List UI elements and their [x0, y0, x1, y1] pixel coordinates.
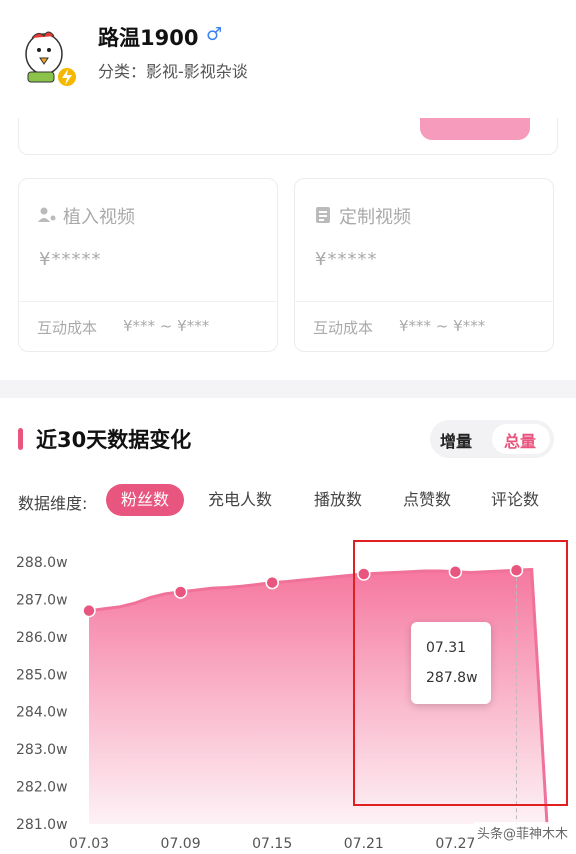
cost-range: ¥*** ~ ¥***: [123, 317, 210, 335]
y-tick-label: 288.0w: [16, 555, 68, 571]
x-tick-label: 07.09: [161, 836, 201, 852]
placement-icon: [38, 207, 56, 222]
creator-name: 路温1900: [98, 26, 199, 50]
y-tick-label: 281.0w: [16, 817, 68, 833]
section-title: 近30天数据变化: [36, 428, 192, 452]
y-tick-label: 287.0w: [16, 592, 68, 608]
x-tick-label: 07.21: [344, 836, 384, 852]
section-accent-bar: [18, 428, 23, 450]
card-title: 植入视频: [63, 207, 135, 228]
x-tick-label: 07.03: [69, 836, 109, 852]
dimension-charge[interactable]: 充电人数: [208, 484, 272, 516]
toggle-increment[interactable]: 增量: [440, 428, 472, 452]
annotation-highlight-box: [353, 540, 568, 806]
cost-label: 互动成本: [313, 319, 374, 337]
male-icon: ♂: [206, 24, 223, 45]
watermark-text: 头条@菲神木木: [474, 822, 572, 843]
y-tick-label: 285.0w: [16, 667, 68, 683]
custom-video-icon: [316, 207, 330, 223]
y-tick-label: 286.0w: [16, 630, 68, 646]
y-tick-label: 283.0w: [16, 742, 68, 758]
card-price: ¥*****: [39, 249, 102, 270]
data-point-marker[interactable]: [173, 585, 188, 599]
placement-video-card[interactable]: 植入视频 ¥***** 互动成本 ¥*** ~ ¥***: [18, 178, 278, 352]
cost-label: 互动成本: [37, 319, 98, 337]
y-tick-label: 282.0w: [16, 780, 68, 796]
toggle-total[interactable]: 总量: [504, 428, 536, 452]
dimension-likes[interactable]: 点赞数: [403, 484, 451, 516]
dimension-plays[interactable]: 播放数: [314, 484, 362, 516]
cartoon-chicken-avatar[interactable]: [18, 24, 78, 88]
dimension-fans[interactable]: 粉丝数: [106, 484, 184, 516]
profile-header: [0, 0, 576, 118]
custom-video-card[interactable]: 定制视频 ¥***** 互动成本 ¥*** ~ ¥***: [294, 178, 554, 352]
card-price: ¥*****: [315, 249, 378, 270]
y-tick-label: 284.0w: [16, 705, 68, 721]
category-text: 分类：影视-影视杂谈: [98, 62, 248, 81]
card-title: 定制视频: [339, 207, 411, 228]
lightning-badge-icon: [56, 66, 78, 88]
card-top: [295, 179, 553, 302]
dimension-comments[interactable]: 评论数: [491, 484, 539, 516]
card-top: [19, 179, 277, 302]
banner-button[interactable]: [420, 118, 530, 140]
data-point-marker[interactable]: [265, 575, 279, 590]
cost-range: ¥*** ~ ¥***: [399, 317, 486, 335]
dimension-label: 数据维度:: [18, 494, 88, 513]
data-point-marker[interactable]: [82, 603, 96, 618]
x-tick-label: 07.27: [435, 836, 475, 852]
x-tick-label: 07.15: [252, 836, 292, 852]
